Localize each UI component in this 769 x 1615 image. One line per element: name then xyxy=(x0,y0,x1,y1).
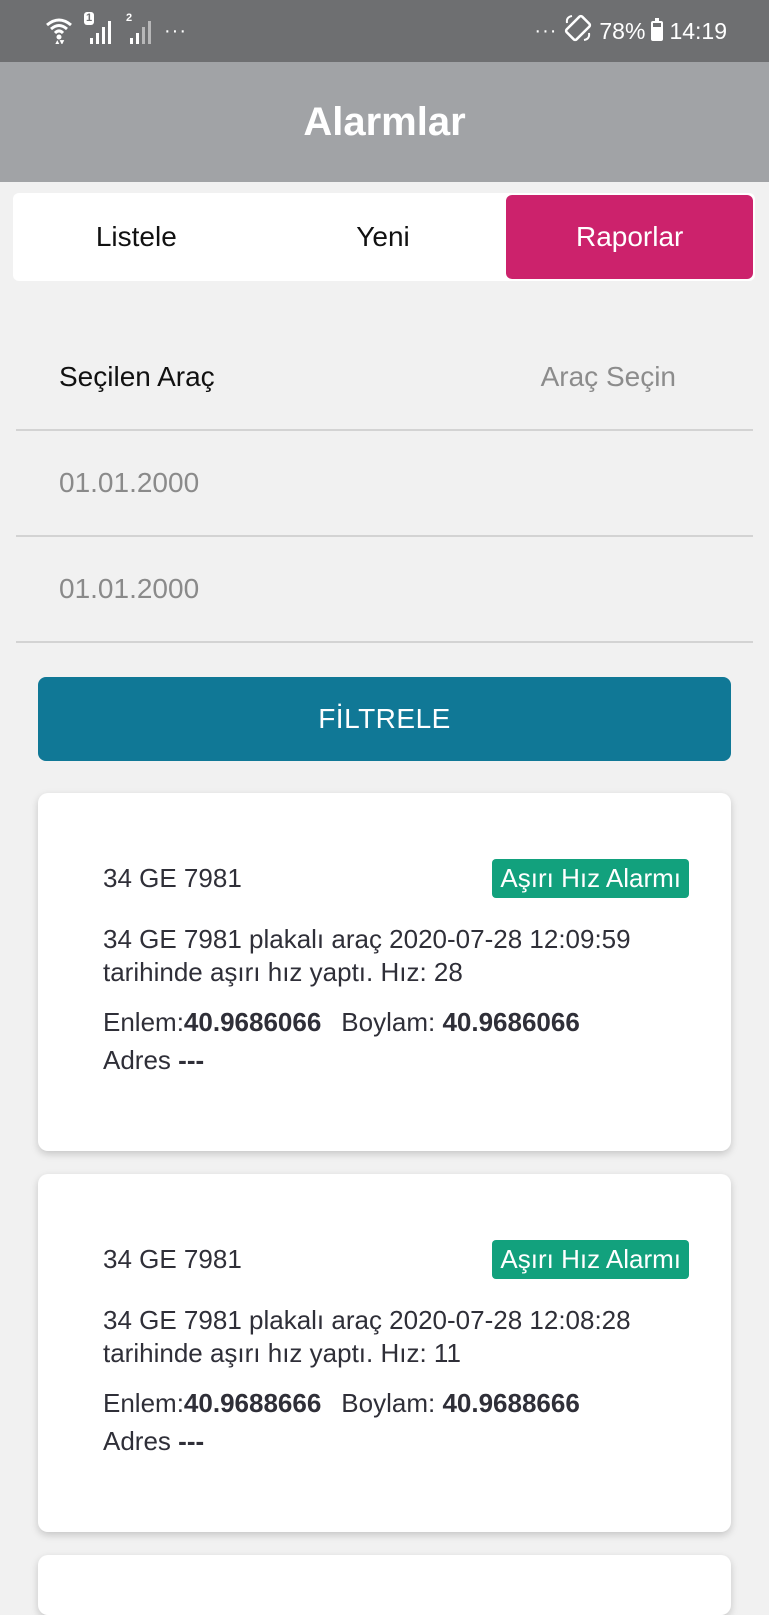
alarm-description-line2: tarihinde aşırı hız yaptı. Hız: 11 xyxy=(103,1338,461,1368)
lon-value: 40.9686066 xyxy=(442,1007,580,1037)
page-title: Alarmlar xyxy=(303,99,466,144)
lat-label: Enlem: xyxy=(103,1388,184,1418)
sim1-number: 1 xyxy=(84,12,95,25)
vehicle-select-row[interactable]: Seçilen Araç Araç Seçin xyxy=(16,325,753,431)
battery-percent: 78% xyxy=(599,17,646,44)
alarm-type-badge: Aşırı Hız Alarmı xyxy=(492,1239,689,1279)
lon-label: Boylam: xyxy=(341,1007,436,1037)
end-date-field[interactable]: 01.01.2000 xyxy=(59,573,199,605)
lat-label: Enlem: xyxy=(103,1007,184,1037)
status-dots-left: ··· xyxy=(164,20,187,42)
vehicle-label: Seçilen Araç xyxy=(59,361,215,392)
sim2-number: 2 xyxy=(126,12,133,24)
tab-raporlar[interactable]: Raporlar xyxy=(506,195,754,279)
wifi-icon: ▲▼ xyxy=(44,14,74,49)
vehicle-picker[interactable]: Araç Seçin xyxy=(541,361,676,393)
battery-icon xyxy=(651,18,664,41)
signal-sim2-icon: 2 xyxy=(124,12,154,46)
address-label: Adres xyxy=(103,1045,171,1075)
alarm-plate: 34 GE 7981 xyxy=(103,862,242,893)
lon-label: Boylam: xyxy=(341,1388,436,1418)
screen-rotate-icon xyxy=(563,13,593,49)
svg-text:▲▼: ▲▼ xyxy=(55,39,65,44)
alarm-latlon-line: Enlem:40.9688666 Boylam: 40.9688666 xyxy=(103,1384,689,1422)
signal-sim1-icon: 1 xyxy=(84,12,114,46)
address-value: --- xyxy=(178,1426,205,1456)
end-date-row[interactable]: 01.01.2000 xyxy=(16,537,753,643)
status-bar: ▲▼ 1 2 ··· ··· 78% 14:19 xyxy=(0,0,769,62)
lon-value: 40.9688666 xyxy=(442,1388,580,1418)
alarm-latlon-line: Enlem:40.9686066 Boylam: 40.9686066 xyxy=(103,1003,689,1041)
lat-value: 40.9686066 xyxy=(183,1007,322,1037)
alarm-type-badge: Aşırı Hız Alarmı xyxy=(492,858,689,898)
app-bar: Alarmlar xyxy=(0,62,769,182)
alarm-address-line: Adres --- xyxy=(103,1041,689,1079)
alarm-coordinates: Enlem:40.9686066 Boylam: 40.9686066 Adres… xyxy=(103,1003,689,1079)
lat-value: 40.9688666 xyxy=(183,1388,322,1418)
alarm-card[interactable]: 34 GE 7981 Aşırı Hız Alarmı 34 GE 7981 p… xyxy=(38,793,731,1151)
alarm-description-line1: 34 GE 7981 plakalı araç 2020-07-28 12:09… xyxy=(103,924,631,954)
status-time: 14:19 xyxy=(669,17,727,44)
start-date-field[interactable]: 01.01.2000 xyxy=(59,467,199,499)
status-dots-right: ··· xyxy=(534,20,558,42)
alarm-card[interactable]: 34 GE 7981 Aşırı Hız Alarmı 34 GE 7981 p… xyxy=(38,1174,731,1532)
alarm-description: 34 GE 7981 plakalı araç 2020-07-28 12:08… xyxy=(103,1304,689,1370)
tab-listele[interactable]: Listele xyxy=(13,193,260,281)
alarm-address-line: Adres --- xyxy=(103,1422,689,1460)
address-label: Adres xyxy=(103,1426,171,1456)
alarm-description-line2: tarihinde aşırı hız yaptı. Hız: 28 xyxy=(103,957,463,987)
alarm-coordinates: Enlem:40.9688666 Boylam: 40.9688666 Adres… xyxy=(103,1384,689,1460)
alarm-card-header: 34 GE 7981 Aşırı Hız Alarmı xyxy=(103,1238,689,1280)
segmented-tabs: Listele Yeni Raporlar xyxy=(13,193,755,281)
start-date-row[interactable]: 01.01.2000 xyxy=(16,431,753,537)
alarm-plate: 34 GE 7981 xyxy=(103,1243,242,1274)
status-left: ▲▼ 1 2 ··· xyxy=(44,12,187,49)
alarm-card-header: 34 GE 7981 Aşırı Hız Alarmı xyxy=(103,857,689,899)
tab-yeni[interactable]: Yeni xyxy=(260,193,507,281)
address-value: --- xyxy=(178,1045,205,1075)
alarm-description-line1: 34 GE 7981 plakalı araç 2020-07-28 12:08… xyxy=(103,1305,631,1335)
alarm-description: 34 GE 7981 plakalı araç 2020-07-28 12:09… xyxy=(103,923,689,989)
filter-button[interactable]: FİLTRELE xyxy=(38,677,731,761)
alarm-card-partial[interactable] xyxy=(38,1555,731,1615)
status-right: ··· 78% 14:19 xyxy=(534,14,727,48)
